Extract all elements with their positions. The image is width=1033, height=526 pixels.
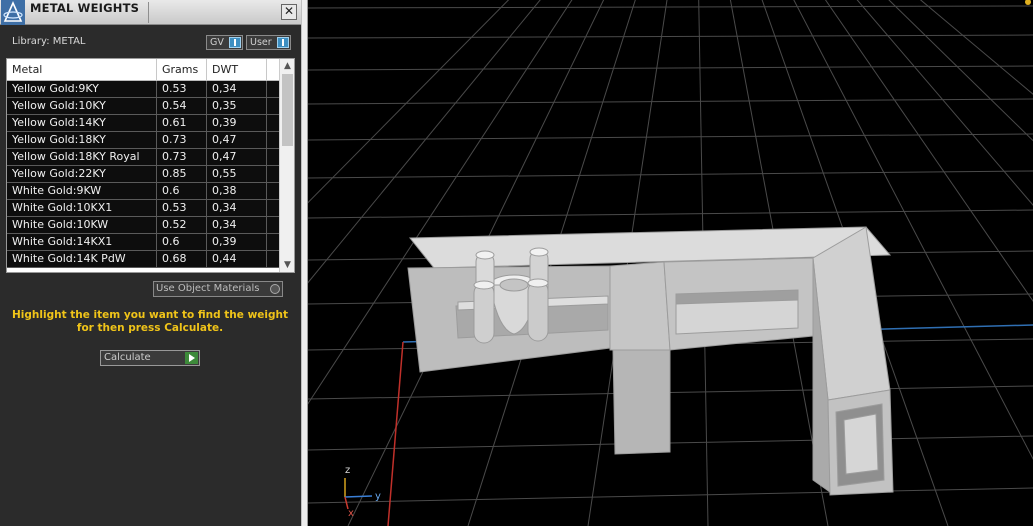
column-header-metal[interactable]: Metal [7, 59, 157, 81]
metal-cell: Yellow Gold:22KY [7, 166, 157, 182]
toggle-switch-icon [277, 37, 289, 48]
table-row[interactable]: Yellow Gold:10KY 0.54 0,35 [7, 98, 279, 115]
library-label: Library: METAL [12, 36, 86, 47]
grams-cell: 0.68 [157, 251, 207, 267]
grams-cell: 0.52 [157, 217, 207, 233]
app-logo-icon [1, 0, 25, 25]
grams-cell: 0.85 [157, 166, 207, 182]
viewport-corner-marker [1025, 0, 1031, 5]
table-row[interactable]: White Gold:9KW 0.6 0,38 [7, 183, 279, 200]
scroll-thumb[interactable] [282, 74, 293, 146]
calculate-button[interactable]: Calculate [100, 350, 200, 366]
radio-button-icon[interactable] [270, 284, 280, 294]
dwt-cell: 0,47 [207, 149, 267, 165]
metal-cell: White Gold:10KW [7, 217, 157, 233]
viewport-canvas[interactable]: z y x [308, 0, 1033, 526]
scroll-down-arrow-icon[interactable]: ▼ [280, 258, 294, 272]
title-divider [148, 2, 149, 23]
jewelry-model[interactable] [407, 226, 894, 496]
table-row[interactable]: White Gold:14KX1 0.6 0,39 [7, 234, 279, 251]
table-body: Yellow Gold:9KY 0.53 0,34 Yellow Gold:10… [7, 81, 279, 268]
grams-cell: 0.61 [157, 115, 207, 131]
use-object-materials-label: Use Object Materials [156, 283, 260, 294]
metal-cell: White Gold:14K PdW [7, 251, 157, 267]
toggle-switch-icon [229, 37, 241, 48]
metal-cell: White Gold:14KX1 [7, 234, 157, 250]
table-row[interactable]: White Gold:14K PdW 0.68 0,44 [7, 251, 279, 268]
grams-cell: 0.6 [157, 234, 207, 250]
axis-gizmo-icon: z y x [344, 465, 381, 519]
panel-splitter[interactable] [301, 0, 308, 526]
dwt-cell: 0,47 [207, 132, 267, 148]
table-row[interactable]: Yellow Gold:18KY Royal 0.73 0,47 [7, 149, 279, 166]
user-toggle-label: User [250, 37, 272, 48]
metal-cell: Yellow Gold:10KY [7, 98, 157, 114]
table-scrollbar[interactable]: ▲ ▼ [279, 59, 294, 272]
metal-table: Metal Grams DWT Yellow Gold:9KY 0.53 0,3… [6, 58, 295, 273]
play-arrow-icon[interactable] [185, 352, 198, 364]
dwt-cell: 0,34 [207, 200, 267, 216]
metal-weights-panel: METAL WEIGHTS ✕ Library: METAL GV User M… [0, 0, 301, 526]
metal-cell: Yellow Gold:18KY [7, 132, 157, 148]
table-row[interactable]: Yellow Gold:22KY 0.85 0,55 [7, 166, 279, 183]
metal-cell: Yellow Gold:9KY [7, 81, 157, 97]
user-toggle[interactable]: User [246, 35, 291, 50]
close-button[interactable]: ✕ [281, 4, 297, 20]
z-axis-label: z [345, 465, 350, 476]
x-axis-label: x [348, 508, 354, 519]
column-header-dwt[interactable]: DWT [207, 59, 267, 81]
metal-cell: White Gold:9KW [7, 183, 157, 199]
table-row[interactable]: Yellow Gold:14KY 0.61 0,39 [7, 115, 279, 132]
column-header-grams[interactable]: Grams [157, 59, 207, 81]
grams-cell: 0.73 [157, 149, 207, 165]
instructions-line: for then press Calculate. [76, 322, 224, 334]
metal-cell: Yellow Gold:14KY [7, 115, 157, 131]
y-axis-label: y [375, 491, 381, 502]
table-header: Metal Grams DWT [7, 59, 279, 81]
scroll-up-arrow-icon[interactable]: ▲ [280, 59, 294, 73]
dwt-cell: 0,38 [207, 183, 267, 199]
3d-viewport[interactable]: z y x [308, 0, 1033, 526]
dwt-cell: 0,34 [207, 217, 267, 233]
instructions-line: Highlight the item you want to find the … [12, 309, 288, 321]
grams-cell: 0.54 [157, 98, 207, 114]
dwt-cell: 0,39 [207, 234, 267, 250]
table-row[interactable]: White Gold:10KX1 0.53 0,34 [7, 200, 279, 217]
grams-cell: 0.53 [157, 81, 207, 97]
metal-cell: White Gold:10KX1 [7, 200, 157, 216]
panel-title-bar[interactable]: METAL WEIGHTS ✕ [0, 0, 301, 25]
grams-cell: 0.53 [157, 200, 207, 216]
dwt-cell: 0,35 [207, 98, 267, 114]
dwt-cell: 0,55 [207, 166, 267, 182]
table-row[interactable]: White Gold:10KW 0.52 0,34 [7, 217, 279, 234]
instructions-text: Highlight the item you want to find the … [10, 309, 290, 335]
grams-cell: 0.73 [157, 132, 207, 148]
table-row[interactable]: Yellow Gold:9KY 0.53 0,34 [7, 81, 279, 98]
table-row[interactable]: Yellow Gold:18KY 0.73 0,47 [7, 132, 279, 149]
calculate-label: Calculate [104, 352, 151, 363]
metal-cell: Yellow Gold:18KY Royal [7, 149, 157, 165]
dwt-cell: 0,44 [207, 251, 267, 267]
gv-toggle[interactable]: GV [206, 35, 243, 50]
dwt-cell: 0,34 [207, 81, 267, 97]
dwt-cell: 0,39 [207, 115, 267, 131]
panel-title: METAL WEIGHTS [30, 1, 140, 15]
use-object-materials-option[interactable]: Use Object Materials [153, 281, 283, 297]
grams-cell: 0.6 [157, 183, 207, 199]
gv-toggle-label: GV [210, 37, 224, 48]
